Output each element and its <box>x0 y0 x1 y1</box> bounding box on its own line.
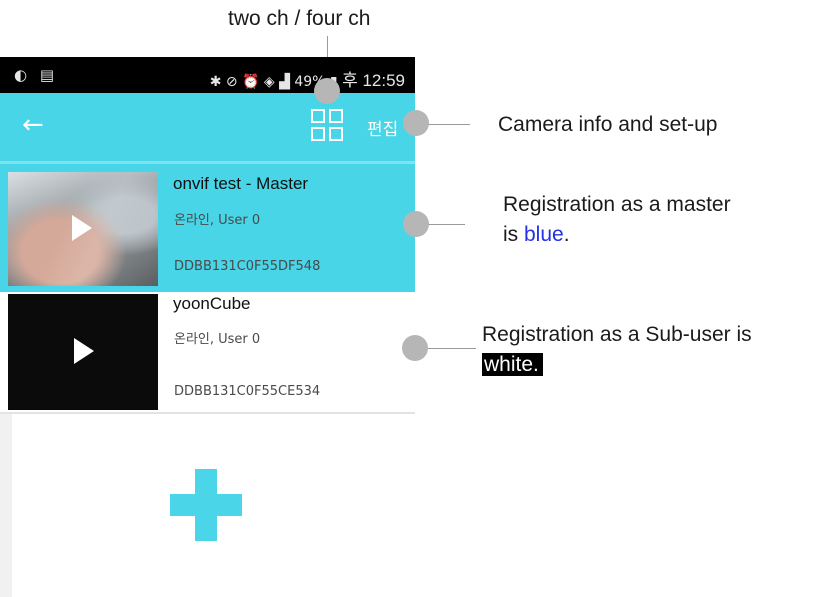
annotation-sub-line1: Registration as a Sub-user is <box>482 323 752 346</box>
status-right: ✱ ⊘ ⏰ ◈ ▟ 49% ▮ 후 12:59 <box>210 66 405 91</box>
device-row-sub-user[interactable]: yoonCube 온라인, User 0 DDBB131C0F55CE534 <box>0 292 415 414</box>
annotation-master-prefix: is <box>503 223 524 246</box>
grid-view-icon[interactable] <box>311 109 344 142</box>
annotation-master: Registration as a master is blue. <box>503 190 731 250</box>
camera-thumbnail[interactable] <box>8 172 158 286</box>
status-bar: ◐ ▤ ✱ ⊘ ⏰ ◈ ▟ 49% ▮ 후 12:59 <box>0 57 415 93</box>
leader-line-master <box>427 224 465 225</box>
device-status: 온라인, User 0 <box>174 213 261 228</box>
annotation-master-line1: Registration as a master <box>503 193 731 216</box>
device-title: onvif test - Master <box>173 174 309 193</box>
device-id: DDBB131C0F55DF548 <box>174 259 321 274</box>
marker-dot-grid <box>314 78 340 104</box>
annotation-master-line2: is blue. <box>503 220 731 250</box>
back-arrow-icon[interactable]: ← <box>22 110 44 140</box>
device-status: 온라인, User 0 <box>174 332 261 347</box>
annotation-master-suffix: . <box>563 223 570 246</box>
annotation-master-blue-word: blue <box>524 223 564 246</box>
annotation-sub-white-word: white. <box>482 353 543 376</box>
leader-line-camera <box>425 124 470 125</box>
app-bar: ← 편집 <box>0 93 415 161</box>
annotation-camera-info: Camera info and set-up <box>498 113 718 136</box>
play-icon[interactable] <box>74 338 94 364</box>
edit-button[interactable]: 편집 <box>367 115 398 140</box>
add-device-area <box>0 414 415 597</box>
status-time: 후 12:59 <box>342 71 405 90</box>
play-icon[interactable] <box>72 215 92 241</box>
status-left-icons: ◐ ▤ <box>14 66 59 84</box>
marker-dot-master <box>403 211 429 237</box>
phone-screen: ◐ ▤ ✱ ⊘ ⏰ ◈ ▟ 49% ▮ 후 12:59 ← 편집 onvif t… <box>0 57 415 597</box>
marker-dot-camera <box>403 110 429 136</box>
annotation-sub-user: Registration as a Sub-user is white. <box>482 320 752 380</box>
device-row-master[interactable]: onvif test - Master 온라인, User 0 DDBB131C… <box>0 164 415 292</box>
device-title: yoonCube <box>173 294 251 313</box>
annotation-channel-toggle: two ch / four ch <box>228 7 371 30</box>
annotation-sub-line2: white. <box>482 350 752 380</box>
leader-line-sub <box>428 348 476 349</box>
side-strip <box>0 414 12 597</box>
marker-dot-sub <box>402 335 428 361</box>
camera-thumbnail[interactable] <box>8 294 158 410</box>
device-id: DDBB131C0F55CE534 <box>174 384 321 399</box>
